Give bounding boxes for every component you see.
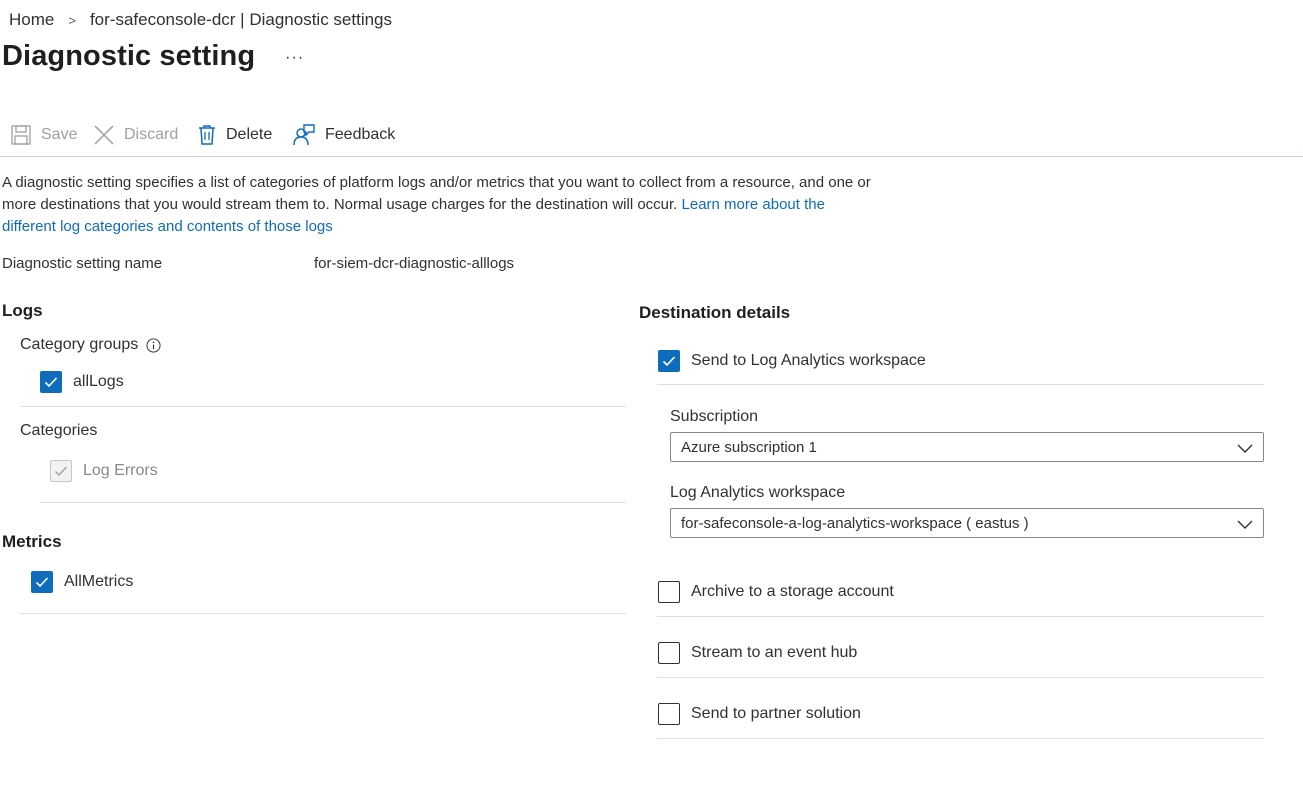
save-label: Save (41, 126, 78, 143)
subscription-label: Subscription (670, 408, 759, 425)
checkmark-icon (662, 356, 676, 367)
alllogs-label: allLogs (73, 373, 124, 390)
save-button[interactable]: Save (10, 122, 77, 148)
checkmark-icon (35, 577, 49, 588)
categories-label: Categories (20, 422, 98, 439)
storage-label: Archive to a storage account (691, 583, 894, 600)
log-errors-checkbox (50, 460, 72, 482)
log-analytics-checkbox-row[interactable]: Send to Log Analytics workspace (658, 350, 926, 372)
divider (40, 502, 626, 503)
delete-label: Delete (226, 126, 273, 143)
divider (657, 616, 1264, 617)
feedback-label: Feedback (325, 126, 396, 143)
discard-label: Discard (124, 126, 179, 143)
breadcrumb-separator: > (68, 12, 76, 28)
log-analytics-label: Send to Log Analytics workspace (691, 352, 926, 369)
workspace-value: for-safeconsole-a-log-analytics-workspac… (681, 514, 1029, 532)
feedback-button[interactable]: Feedback (292, 122, 395, 148)
storage-checkbox-row[interactable]: Archive to a storage account (658, 581, 894, 603)
chevron-down-icon (1237, 520, 1253, 529)
breadcrumb-home-link[interactable]: Home (9, 10, 54, 30)
chevron-down-icon (1237, 444, 1253, 453)
log-errors-checkbox-row: Log Errors (50, 460, 158, 482)
partner-checkbox[interactable] (658, 703, 680, 725)
event-hub-checkbox[interactable] (658, 642, 680, 664)
page-title: Diagnostic setting (2, 40, 256, 72)
divider (657, 738, 1264, 739)
workspace-dropdown[interactable]: for-safeconsole-a-log-analytics-workspac… (670, 508, 1264, 538)
setting-name-label: Diagnostic setting name (2, 255, 163, 272)
divider (657, 384, 1264, 385)
command-bar: Save Discard Delete Feedback (0, 118, 1303, 157)
title-row: Diagnostic setting ··· (2, 40, 304, 73)
log-errors-label: Log Errors (83, 462, 158, 479)
event-hub-checkbox-row[interactable]: Stream to an event hub (658, 642, 857, 664)
divider (20, 613, 626, 614)
log-analytics-checkbox[interactable] (658, 350, 680, 372)
feedback-icon (293, 124, 315, 146)
breadcrumb-current-link[interactable]: for-safeconsole-dcr | Diagnostic setting… (90, 10, 392, 30)
alllogs-checkbox-row[interactable]: allLogs (40, 371, 124, 393)
close-icon (94, 125, 114, 145)
more-options-button[interactable]: ··· (285, 49, 304, 67)
storage-checkbox[interactable] (658, 581, 680, 603)
logs-heading: Logs (2, 301, 43, 320)
allmetrics-label: AllMetrics (64, 573, 134, 590)
divider (657, 677, 1264, 678)
trash-icon (199, 125, 215, 145)
category-groups-heading: Category groups (20, 336, 161, 354)
description-text: A diagnostic setting specifies a list of… (2, 172, 882, 238)
checkmark-icon (55, 466, 68, 477)
subscription-dropdown[interactable]: Azure subscription 1 (670, 432, 1264, 462)
info-icon[interactable] (146, 337, 161, 353)
subscription-value: Azure subscription 1 (681, 438, 817, 456)
destination-heading: Destination details (639, 303, 791, 322)
event-hub-label: Stream to an event hub (691, 644, 858, 661)
checkmark-icon (44, 377, 58, 388)
allmetrics-checkbox-row[interactable]: AllMetrics (31, 571, 133, 593)
discard-button[interactable]: Discard (93, 122, 178, 148)
partner-checkbox-row[interactable]: Send to partner solution (658, 703, 861, 725)
metrics-heading: Metrics (2, 532, 62, 551)
allmetrics-checkbox[interactable] (31, 571, 53, 593)
breadcrumb: Home > for-safeconsole-dcr | Diagnostic … (9, 9, 392, 31)
setting-name-value: for-siem-dcr-diagnostic-alllogs (314, 255, 515, 272)
partner-label: Send to partner solution (691, 705, 861, 722)
save-icon (11, 125, 31, 145)
category-groups-label: Category groups (20, 336, 139, 353)
divider (20, 406, 626, 407)
workspace-label: Log Analytics workspace (670, 484, 846, 501)
alllogs-checkbox[interactable] (40, 371, 62, 393)
delete-button[interactable]: Delete (197, 122, 272, 148)
